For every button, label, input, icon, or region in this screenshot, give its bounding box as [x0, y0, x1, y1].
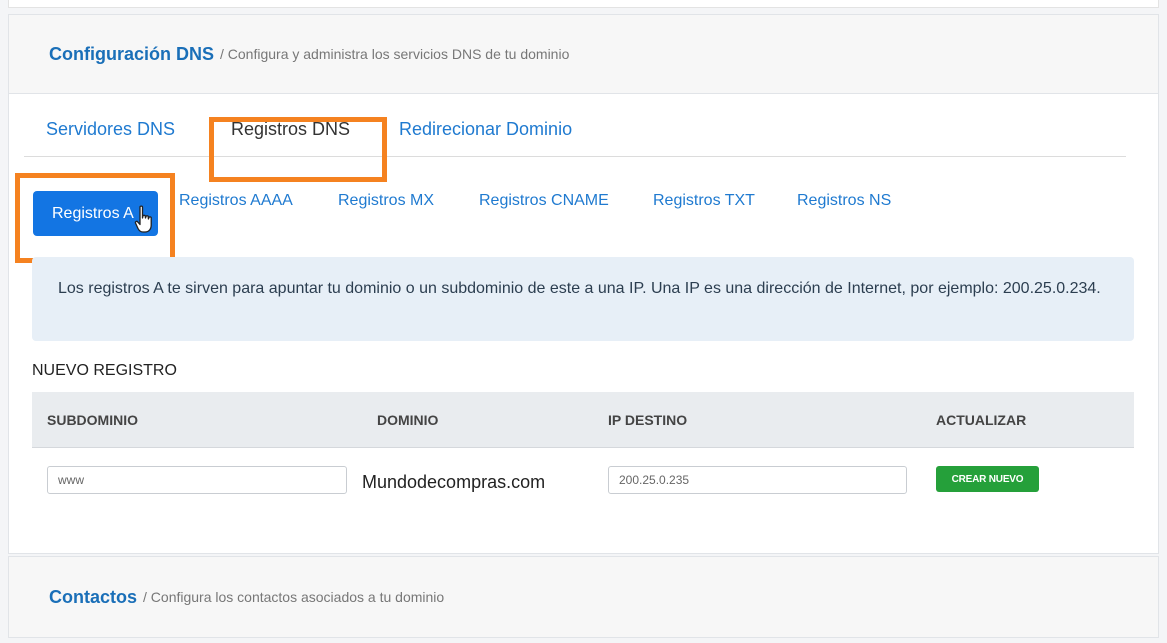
subtab-registros-aaaa[interactable]: Registros AAAA [179, 192, 293, 210]
domain-name: Mundodecompras.com [362, 472, 546, 492]
col-ip-destino: IP DESTINO [608, 412, 688, 428]
hand-pointer-icon [134, 205, 152, 233]
subdomain-input[interactable] [47, 466, 347, 494]
new-record-title: NUEVO REGISTRO [32, 362, 177, 379]
records-table-header: SUBDOMINIO DOMINIO IP DESTINO ACTUALIZAR [32, 392, 1134, 448]
contacts-subtitle: / Configura los contactos asociados a tu… [143, 589, 445, 605]
ip-destino-input[interactable] [608, 466, 907, 494]
contacts-title[interactable]: Contactos [49, 587, 137, 608]
highlight-box-tab [209, 117, 387, 182]
contacts-panel: Contactos / Configura los contactos asoc… [8, 556, 1159, 638]
subtab-registros-ns[interactable]: Registros NS [797, 192, 891, 210]
dns-panel-header: Configuración DNS / Configura y administ… [9, 15, 1158, 94]
subtab-registros-cname[interactable]: Registros CNAME [479, 192, 609, 210]
col-actualizar: ACTUALIZAR [936, 412, 1027, 428]
subtab-registros-txt[interactable]: Registros TXT [653, 192, 755, 210]
col-subdominio: SUBDOMINIO [47, 412, 138, 428]
dns-subtitle: / Configura y administra los servicios D… [220, 46, 570, 62]
col-dominio: DOMINIO [377, 412, 439, 428]
subtab-registros-mx[interactable]: Registros MX [338, 192, 434, 210]
create-new-button[interactable]: CREAR NUEVO [936, 466, 1039, 492]
tab-redirecionar-dominio[interactable]: Redirecionar Dominio [399, 119, 572, 140]
dns-tabs: Servidores DNS Registros DNS Redireciona… [24, 110, 1126, 157]
top-panel-edge [8, 0, 1159, 8]
tab-servidores-dns[interactable]: Servidores DNS [46, 119, 175, 140]
info-text: Los registros A te sirven para apuntar t… [58, 280, 1101, 297]
info-box: Los registros A te sirven para apuntar t… [32, 257, 1134, 341]
dns-title: Configuración DNS [49, 43, 214, 64]
